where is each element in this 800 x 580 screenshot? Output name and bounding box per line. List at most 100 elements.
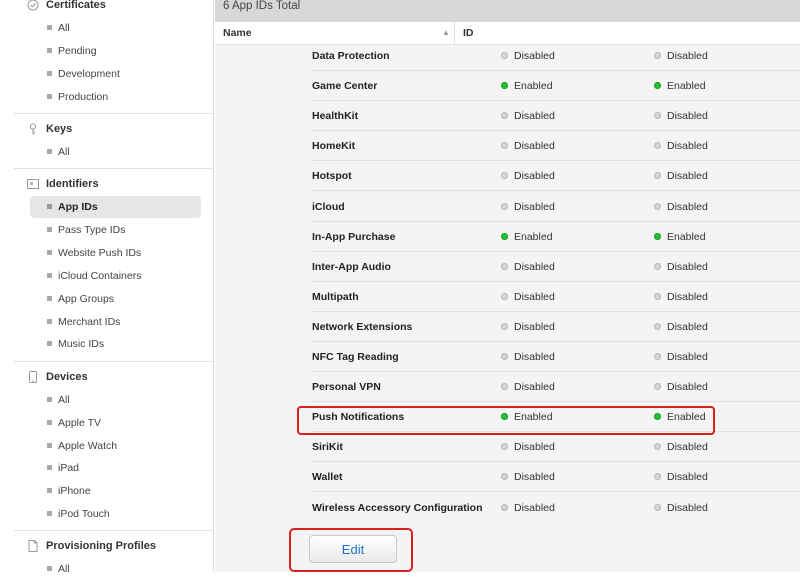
status-disabled-icon xyxy=(654,263,661,270)
status-label: Disabled xyxy=(667,381,708,393)
sidebar-item-label: Pending xyxy=(58,45,97,57)
sidebar-item-label: Production xyxy=(58,91,109,103)
status-disabled-icon xyxy=(501,443,508,450)
sidebar-item-label: Development xyxy=(58,68,120,80)
status-enabled-icon xyxy=(654,233,661,240)
status-disabled-icon xyxy=(501,473,508,480)
status-disabled-icon xyxy=(654,473,661,480)
sort-ascending-icon[interactable]: ▲ xyxy=(442,28,450,37)
edit-button[interactable]: Edit xyxy=(309,535,397,563)
sidebar-item-ipod-touch[interactable]: iPod Touch xyxy=(30,503,201,525)
status-enabled-icon xyxy=(654,82,661,89)
section-keys[interactable]: Keys xyxy=(0,120,214,140)
sidebar-item-label: App IDs xyxy=(58,201,98,213)
capability-name: HealthKit xyxy=(312,110,359,122)
status-disabled-icon xyxy=(654,203,661,210)
sidebar-item-app-groups[interactable]: App Groups xyxy=(30,288,201,310)
section-label: Keys xyxy=(46,123,73,135)
capability-name: iCloud xyxy=(312,201,345,213)
sidebar-item-label: Apple Watch xyxy=(58,440,118,452)
capability-row: Data Protection Disabled Disabled xyxy=(215,41,800,71)
capability-name: In-App Purchase xyxy=(312,231,396,243)
status-label: Disabled xyxy=(514,502,555,514)
bullet-icon xyxy=(47,443,52,448)
sidebar-item-apple-tv[interactable]: Apple TV xyxy=(30,412,201,434)
sidebar-item-label: All xyxy=(58,22,70,34)
sidebar-item-label: All xyxy=(58,146,70,158)
status-disabled-icon xyxy=(654,293,661,300)
section-identifiers[interactable]: Identifiers xyxy=(0,175,214,195)
status-label: Disabled xyxy=(514,441,555,453)
key-icon xyxy=(27,123,39,135)
sidebar-item-music-ids[interactable]: Music IDs xyxy=(30,333,201,355)
section-provisioning-profiles[interactable]: Provisioning Profiles xyxy=(0,537,214,557)
status-disabled-icon xyxy=(501,383,508,390)
sidebar-item-label: All xyxy=(58,563,70,575)
sidebar-item-icloud-containers[interactable]: iCloud Containers xyxy=(30,265,201,287)
status-label: Enabled xyxy=(667,80,706,92)
status-disabled-icon xyxy=(501,263,508,270)
section-devices[interactable]: Devices xyxy=(0,368,214,388)
bullet-icon xyxy=(47,397,52,402)
bullet-icon xyxy=(47,273,52,278)
status-disabled-icon xyxy=(654,52,661,59)
main-panel: 6 App IDs Total Name ▲ ID Data Protectio… xyxy=(215,0,800,572)
capability-name: Hotspot xyxy=(312,170,352,182)
status-disabled-icon xyxy=(654,443,661,450)
capability-row: Inter-App Audio Disabled Disabled xyxy=(215,252,800,282)
capability-name: Inter-App Audio xyxy=(312,261,391,273)
status-disabled-icon xyxy=(501,353,508,360)
row-divider xyxy=(312,491,800,492)
status-label: Disabled xyxy=(667,140,708,152)
sidebar-item-pass-type-ids[interactable]: Pass Type IDs xyxy=(30,219,201,241)
status-label: Disabled xyxy=(667,50,708,62)
bullet-icon xyxy=(47,420,52,425)
sidebar-item-keys-all[interactable]: All xyxy=(30,141,201,163)
capability-row: HealthKit Disabled Disabled xyxy=(215,101,800,131)
sidebar-item-app-ids[interactable]: App IDs xyxy=(30,196,201,218)
sidebar-item-website-push-ids[interactable]: Website Push IDs xyxy=(30,242,201,264)
capability-name: NFC Tag Reading xyxy=(312,351,399,363)
sidebar-item-ipad[interactable]: iPad xyxy=(30,457,201,479)
sidebar-item-merchant-ids[interactable]: Merchant IDs xyxy=(30,311,201,333)
sidebar-item-production[interactable]: Production xyxy=(30,86,201,108)
capability-row: In-App Purchase Enabled Enabled xyxy=(215,222,800,252)
sidebar-item-label: iPod Touch xyxy=(58,508,110,520)
sidebar-item-development[interactable]: Development xyxy=(30,63,201,85)
capability-row: Personal VPN Disabled Disabled xyxy=(215,372,800,402)
capability-row: Wallet Disabled Disabled xyxy=(215,462,800,492)
divider xyxy=(14,361,214,362)
capability-name: SiriKit xyxy=(312,441,343,453)
status-disabled-icon xyxy=(501,293,508,300)
sidebar-item-label: Pass Type IDs xyxy=(58,224,126,236)
capability-row: NFC Tag Reading Disabled Disabled xyxy=(215,342,800,372)
capability-name: Network Extensions xyxy=(312,321,413,333)
column-header-name[interactable]: Name xyxy=(223,27,252,39)
status-label: Enabled xyxy=(514,80,553,92)
column-header-id[interactable]: ID xyxy=(463,27,474,39)
sidebar-item-label: iPad xyxy=(58,462,80,474)
sidebar-item-certificates-all[interactable]: All xyxy=(30,17,201,39)
bullet-icon xyxy=(47,341,52,346)
bullet-icon xyxy=(47,94,52,99)
section-certificates[interactable]: Certificates xyxy=(0,0,214,16)
status-disabled-icon xyxy=(501,142,508,149)
sidebar-item-profiles-all[interactable]: All xyxy=(30,558,201,580)
sidebar-item-apple-watch[interactable]: Apple Watch xyxy=(30,435,201,457)
status-enabled-icon xyxy=(501,233,508,240)
status-disabled-icon xyxy=(501,112,508,119)
status-disabled-icon xyxy=(654,353,661,360)
header-bar: 6 App IDs Total xyxy=(215,0,800,22)
sidebar-item-iphone[interactable]: iPhone xyxy=(30,480,201,502)
status-disabled-icon xyxy=(654,383,661,390)
capability-name: Wallet xyxy=(312,471,343,483)
bullet-icon xyxy=(47,319,52,324)
sidebar-item-pending[interactable]: Pending xyxy=(30,40,201,62)
bullet-icon xyxy=(47,25,52,30)
bullet-icon xyxy=(47,71,52,76)
sidebar-item-devices-all[interactable]: All xyxy=(30,389,201,411)
status-label: Disabled xyxy=(514,140,555,152)
status-label: Disabled xyxy=(667,110,708,122)
status-label: Disabled xyxy=(667,291,708,303)
status-disabled-icon xyxy=(501,323,508,330)
